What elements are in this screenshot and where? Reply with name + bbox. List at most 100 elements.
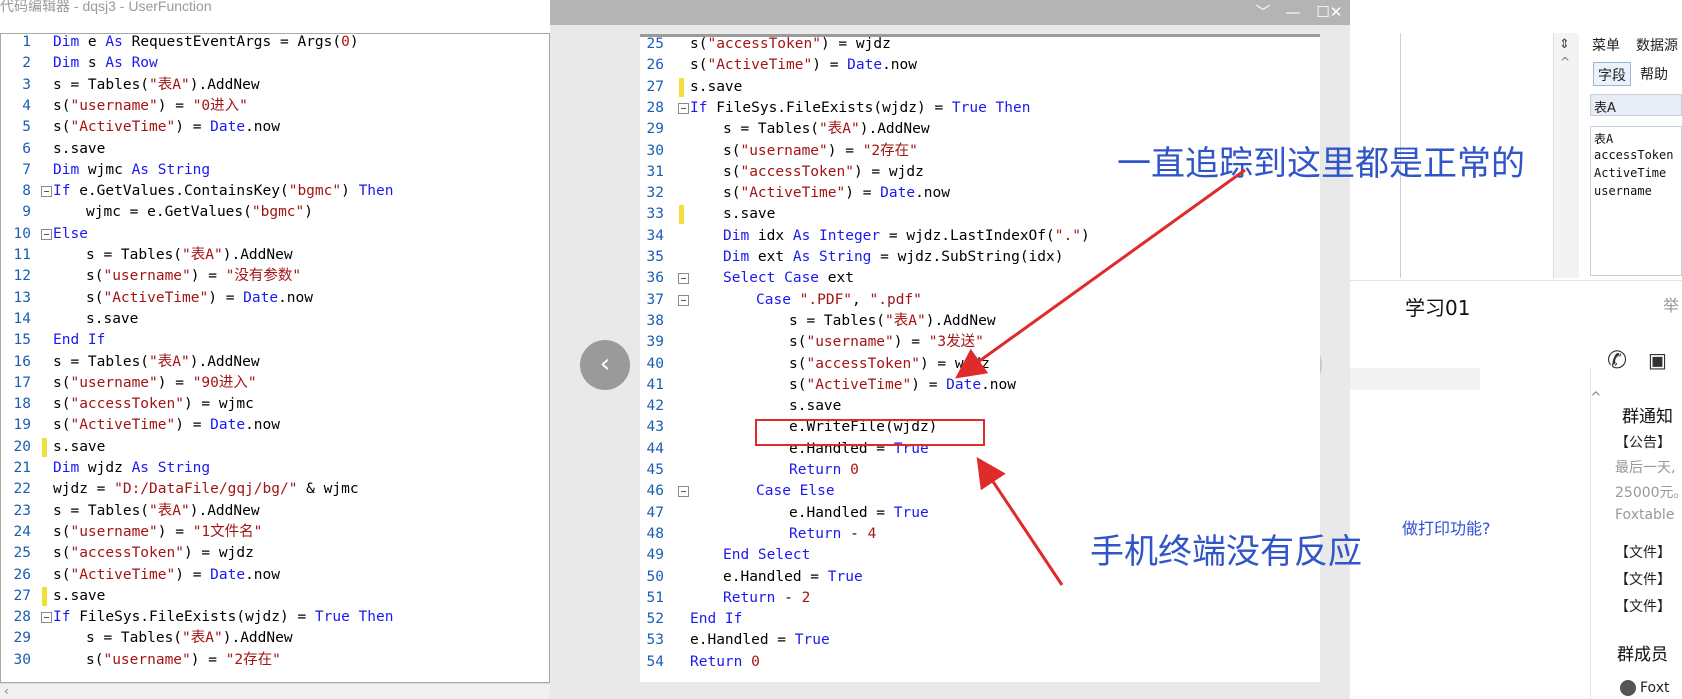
fold-toggle-icon[interactable] (678, 102, 689, 114)
file-item[interactable]: 【文件】 (1615, 569, 1671, 589)
list-item[interactable]: username (1594, 184, 1652, 198)
code-line[interactable]: 27 s.save (1, 586, 549, 607)
split-icon[interactable]: ⇕ (1559, 37, 1570, 52)
code-text: s("username") = "90进入" (53, 373, 257, 394)
code-line[interactable]: 37 Case ".PDF", ".pdf" (640, 290, 1320, 311)
list-item[interactable]: ActiveTime (1594, 166, 1666, 180)
code-line[interactable]: 12 s("username") = "没有参数" (1, 266, 549, 287)
code-line[interactable]: 18 s("accessToken") = wjmc (1, 394, 549, 415)
code-line[interactable]: 13 s("ActiveTime") = Date.now (1, 288, 549, 309)
tab-help[interactable]: 帮助 (1640, 64, 1668, 84)
code-token: As Integer (792, 227, 881, 244)
code-line[interactable]: 27 s.save (640, 77, 1320, 98)
code-line[interactable]: 10 Else (1, 224, 549, 245)
video-icon[interactable]: ▣ (1648, 348, 1667, 372)
datasource-tab[interactable]: 数据源 (1636, 35, 1678, 55)
vertical-scrollbar[interactable]: ⇕ ^ (1553, 33, 1579, 278)
scroll-up-icon[interactable]: ^ (1560, 55, 1570, 69)
list-item[interactable]: 表A (1594, 130, 1613, 147)
code-line[interactable]: 25 s("accessToken") = wjdz (1, 543, 549, 564)
code-token: "." (1054, 227, 1081, 244)
close-icon[interactable]: ✕ (1322, 2, 1350, 22)
previous-image-button[interactable]: ‹ (580, 340, 630, 390)
code-line[interactable]: 42 s.save (640, 396, 1320, 417)
fold-toggle-icon[interactable] (41, 186, 52, 198)
code-line[interactable]: 46 Case Else (640, 481, 1320, 502)
code-line[interactable]: 19 s("ActiveTime") = Date.now (1, 415, 549, 436)
line-number: 2 (22, 55, 31, 72)
code-line[interactable]: 6 s.save (1, 139, 549, 160)
fold-toggle-icon[interactable] (41, 228, 52, 240)
code-line[interactable]: 29 s = Tables("表A").AddNew (1, 628, 549, 649)
table-selector[interactable]: 表A (1590, 94, 1682, 116)
code-token: As String (792, 249, 872, 265)
code-token: s = Tables( (53, 353, 150, 370)
fold-toggle-icon[interactable] (41, 612, 52, 624)
code-line[interactable]: 32 s("ActiveTime") = Date.now (640, 183, 1320, 204)
code-line[interactable]: 15 End If (1, 330, 549, 351)
file-item[interactable]: 【文件】 (1615, 596, 1671, 616)
code-line[interactable]: 20 s.save (1, 437, 549, 458)
phone-icon[interactable]: ✆ (1607, 346, 1627, 374)
code-line[interactable]: 17 s("username") = "90进入" (1, 373, 549, 394)
tab-field-label: 字段 (1598, 68, 1626, 84)
code-line[interactable]: 14 s.save (1, 309, 549, 330)
member-item[interactable]: Foxt (1620, 680, 1669, 696)
collapse-icon[interactable]: ^ (1590, 390, 1602, 406)
code-line[interactable]: 24 s("username") = "1文件名" (1, 522, 549, 543)
horizontal-scrollbar[interactable]: ‹ (0, 683, 550, 699)
code-editor[interactable]: 1 Dim e As RequestEventArgs = Args(0) 2 Dim… (0, 33, 550, 683)
code-line[interactable]: 16 s = Tables("表A").AddNew (1, 352, 549, 373)
scroll-left-icon[interactable]: ‹ (4, 684, 9, 698)
code-line[interactable]: 54 Return 0 (640, 652, 1320, 673)
minimize-icon[interactable]: — (1278, 2, 1308, 22)
tab-field[interactable]: 字段 (1593, 62, 1631, 86)
code-line[interactable]: 47 e.Handled = True (640, 503, 1320, 524)
code-line[interactable]: 39 s("username") = "3发送" (640, 332, 1320, 353)
code-line[interactable]: 33 s.save (640, 204, 1320, 225)
code-line[interactable]: 28 If FileSys.FileExists(wjdz) = True The… (640, 98, 1320, 119)
code-line[interactable]: 52 End If (640, 609, 1320, 630)
code-line[interactable]: 7 Dim wjmc As String (1, 160, 549, 181)
fold-toggle-icon[interactable] (678, 294, 689, 306)
fold-toggle-icon[interactable] (678, 273, 689, 285)
code-line[interactable]: 35 Dim ext As String = wjdz.SubString(idx… (640, 247, 1320, 268)
code-line[interactable]: 36 Select Case ext (640, 268, 1320, 289)
code-token: ) = wjmc (183, 396, 254, 413)
fold-toggle-icon[interactable] (678, 486, 689, 498)
field-list[interactable]: 表A accessToken ActiveTime username (1590, 126, 1682, 276)
code-text: s("username") = "没有参数" (86, 266, 301, 287)
code-line[interactable]: 1 Dim e As RequestEventArgs = Args(0) (1, 34, 549, 53)
code-line[interactable]: 21 Dim wjdz As String (1, 458, 549, 479)
code-line[interactable]: 4 s("username") = "0进入" (1, 96, 549, 117)
code-line[interactable]: 30 s("username") = "2存在" (1, 650, 549, 671)
line-number: 52 (646, 611, 664, 628)
code-line[interactable]: 3 s = Tables("表A").AddNew (1, 75, 549, 96)
code-line[interactable]: 9 wjmc = e.GetValues("bgmc") (1, 202, 549, 223)
code-line[interactable]: 11 s = Tables("表A").AddNew (1, 245, 549, 266)
collapse-window-icon[interactable]: ﹀ (1248, 2, 1278, 22)
code-line[interactable]: 5 s("ActiveTime") = Date.now (1, 117, 549, 138)
line-number: 32 (646, 185, 664, 202)
code-line[interactable]: 26 s("ActiveTime") = Date.now (640, 55, 1320, 76)
chat-message-link[interactable]: 做打印功能? (1402, 515, 1491, 539)
code-line[interactable]: 28 If FileSys.FileExists(wjdz) = True The… (1, 607, 549, 628)
code-line[interactable]: 25 s("accessToken") = wjdz (640, 37, 1320, 55)
code-line[interactable]: 40 s("accessToken") = wjdz (640, 354, 1320, 375)
code-line[interactable]: 38 s = Tables("表A").AddNew (640, 311, 1320, 332)
code-line[interactable]: 23 s = Tables("表A").AddNew (1, 501, 549, 522)
code-line[interactable]: 22 wjdz = "D:/DataFile/gqj/bg/" & wjmc (1, 479, 549, 500)
code-line[interactable]: 51 Return - 2 (640, 588, 1320, 609)
code-line[interactable]: 53 e.Handled = True (640, 630, 1320, 651)
list-item[interactable]: accessToken (1594, 148, 1673, 162)
code-line[interactable]: 41 s("ActiveTime") = Date.now (640, 375, 1320, 396)
menu-tab[interactable]: 菜单 (1592, 35, 1620, 55)
code-line[interactable]: 8 If e.GetValues.ContainsKey("bgmc") Then (1, 181, 549, 202)
code-line[interactable]: 26 s("ActiveTime") = Date.now (1, 565, 549, 586)
code-token: s.save (723, 206, 776, 223)
code-token: Date (847, 57, 883, 74)
file-item[interactable]: 【文件】 (1615, 542, 1671, 562)
code-line[interactable]: 45 Return 0 (640, 460, 1320, 481)
code-line[interactable]: 34 Dim idx As Integer = wjdz.LastIndexOf(… (640, 226, 1320, 247)
code-line[interactable]: 2 Dim s As Row (1, 53, 549, 74)
